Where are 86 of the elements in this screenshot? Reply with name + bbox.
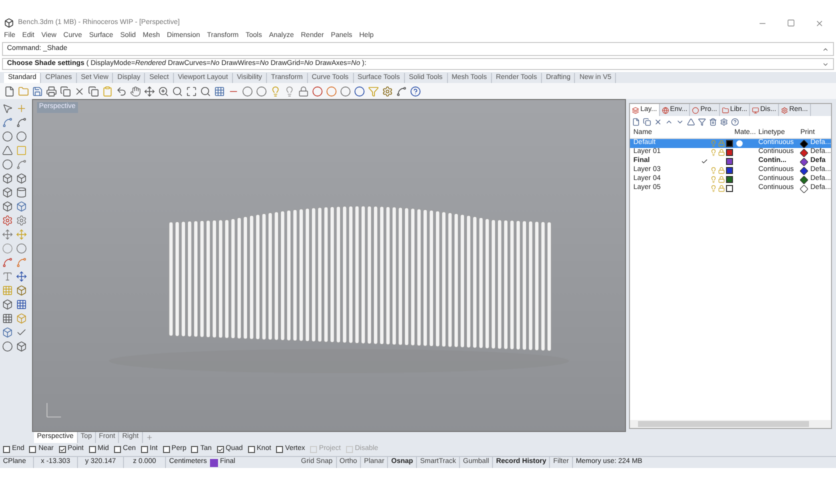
curve-icon[interactable] — [16, 117, 27, 128]
move-icon[interactable] — [16, 271, 27, 282]
down-icon[interactable] — [676, 118, 684, 126]
horizontal-scrollbar[interactable] — [630, 420, 831, 428]
box-icon[interactable] — [2, 173, 13, 184]
check-icon — [218, 446, 223, 452]
check-icon[interactable] — [16, 327, 27, 338]
monitor-icon — [752, 106, 760, 114]
new-layer-icon[interactable] — [632, 118, 640, 126]
search-icon[interactable] — [200, 86, 211, 96]
circle-icon[interactable] — [340, 86, 351, 96]
circle-icon[interactable] — [2, 131, 13, 142]
move-icon[interactable] — [2, 229, 13, 240]
gear-icon[interactable] — [382, 86, 393, 96]
circle-icon[interactable] — [16, 131, 27, 142]
box-icon[interactable] — [2, 201, 13, 212]
box-icon[interactable] — [2, 327, 13, 338]
layers-icon — [632, 106, 640, 114]
help-icon[interactable] — [731, 118, 740, 126]
app-logo-icon — [4, 18, 14, 28]
triangle-icon[interactable] — [2, 145, 13, 156]
trash-icon[interactable] — [709, 118, 718, 126]
lock-icon[interactable] — [298, 86, 309, 96]
gear-icon[interactable] — [720, 118, 728, 126]
circle-icon[interactable] — [256, 86, 267, 96]
layer-color-swatch[interactable] — [726, 185, 734, 192]
box-icon[interactable] — [2, 299, 13, 310]
printer-icon[interactable] — [46, 86, 57, 96]
curve-icon[interactable] — [396, 86, 407, 96]
box-icon[interactable] — [16, 341, 27, 352]
save-icon[interactable] — [32, 86, 43, 96]
triangle-icon[interactable] — [687, 118, 696, 126]
circle-icon[interactable] — [242, 86, 253, 96]
cursor-icon[interactable] — [2, 103, 13, 114]
maximize-icon[interactable] — [186, 86, 197, 96]
box-icon[interactable] — [16, 201, 27, 212]
lightbulb-icon[interactable] — [284, 86, 295, 96]
grid-icon[interactable] — [214, 86, 225, 96]
search-icon[interactable] — [172, 86, 183, 96]
box-icon[interactable] — [16, 173, 27, 184]
delete-icon[interactable] — [74, 86, 85, 96]
scroll-down-icon[interactable] — [822, 60, 829, 68]
gear-icon[interactable] — [2, 215, 13, 226]
gear-icon[interactable] — [16, 215, 27, 226]
text-icon[interactable] — [2, 271, 13, 282]
box-icon[interactable] — [16, 285, 27, 296]
layer-color-swatch[interactable] — [726, 167, 734, 174]
layer-color-swatch[interactable] — [726, 149, 734, 156]
copy-icon[interactable] — [60, 86, 71, 96]
check-icon — [60, 446, 65, 452]
globe-icon — [662, 106, 669, 114]
box-icon[interactable] — [2, 187, 13, 198]
circle-icon[interactable] — [16, 243, 27, 254]
pan-hand-icon[interactable] — [130, 86, 141, 96]
delete-icon[interactable] — [654, 118, 662, 126]
layer-color-swatch[interactable] — [726, 176, 734, 183]
zoom-icon[interactable] — [158, 86, 169, 96]
grid-icon[interactable] — [2, 313, 13, 324]
folder-icon — [722, 106, 730, 114]
close-icon[interactable] — [815, 18, 824, 28]
scroll-up-icon[interactable] — [822, 46, 829, 52]
axis-icon — [44, 401, 63, 419]
up-icon[interactable] — [665, 118, 674, 126]
curve-icon[interactable] — [2, 257, 13, 268]
move-icon[interactable] — [144, 86, 155, 96]
circle-icon[interactable] — [2, 341, 13, 352]
circle-icon — [692, 106, 700, 114]
gear-icon — [781, 106, 788, 114]
curve-icon[interactable] — [16, 159, 27, 170]
layer-color-swatch[interactable] — [726, 158, 734, 165]
help-icon[interactable] — [410, 86, 421, 96]
material-icon — [736, 140, 744, 147]
curve-icon[interactable] — [2, 117, 13, 128]
copy-icon[interactable] — [88, 86, 99, 96]
new-file-icon[interactable] — [4, 86, 15, 96]
undo-icon[interactable] — [116, 86, 127, 96]
clipboard-icon[interactable] — [102, 86, 113, 96]
circle-icon[interactable] — [312, 86, 323, 96]
cylinder-icon[interactable] — [16, 187, 27, 198]
circle-icon[interactable] — [326, 86, 337, 96]
grid-icon[interactable] — [16, 299, 27, 310]
circle-icon[interactable] — [354, 86, 365, 96]
circle-icon[interactable] — [2, 159, 13, 170]
filter-icon[interactable] — [698, 118, 706, 126]
layer-color-swatch[interactable] — [726, 140, 734, 147]
copy-icon[interactable] — [643, 118, 652, 126]
